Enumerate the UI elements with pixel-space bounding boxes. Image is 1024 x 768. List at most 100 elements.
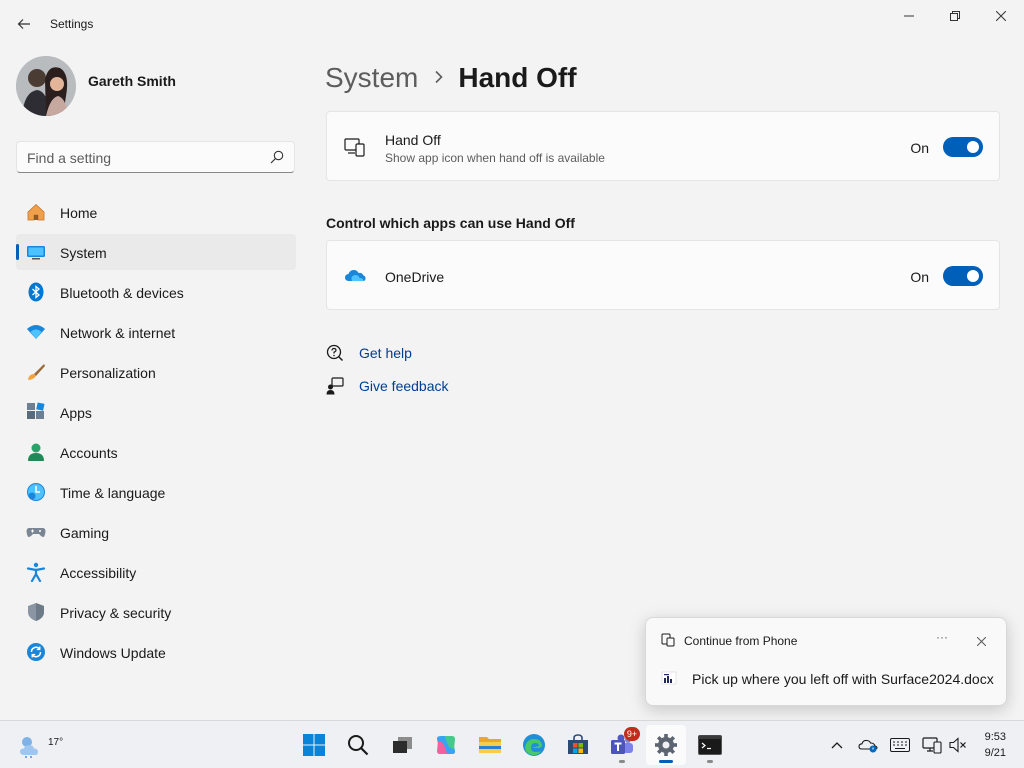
sidebar-item-privacy[interactable]: Privacy & security — [16, 594, 296, 630]
breadcrumb-parent[interactable]: System — [325, 62, 418, 94]
close-icon — [996, 11, 1006, 21]
search-icon — [270, 150, 284, 164]
weather-widget[interactable]: 17° — [16, 729, 63, 761]
sidebar-nav: Home System Bluetooth & devices Network … — [16, 194, 296, 674]
copilot-button[interactable] — [426, 725, 466, 765]
user-name: Gareth Smith — [88, 73, 176, 89]
sidebar-item-time-language[interactable]: Time & language — [16, 474, 296, 510]
update-icon — [27, 643, 45, 661]
tray-keyboard[interactable] — [890, 735, 910, 755]
help-icon — [326, 344, 343, 361]
teams-button[interactable]: 9+ — [602, 725, 642, 765]
gamepad-icon — [26, 528, 46, 537]
task-view-button[interactable] — [382, 725, 422, 765]
network-icon — [922, 737, 942, 754]
search-input[interactable]: Find a setting — [16, 141, 295, 173]
terminal-icon — [698, 735, 722, 755]
tray-network[interactable] — [922, 735, 942, 755]
sidebar-item-label: Time & language — [60, 485, 166, 501]
back-arrow-icon — [17, 19, 30, 29]
handoff-toggle-state: On — [910, 140, 929, 156]
sidebar-item-personalization[interactable]: Personalization — [16, 354, 296, 390]
feedback-icon — [326, 377, 344, 395]
teams-notification-badge: 9+ — [624, 727, 640, 741]
start-icon — [303, 734, 325, 756]
sidebar-item-label: System — [60, 245, 107, 261]
wifi-icon — [27, 325, 45, 339]
toast-close-button[interactable] — [970, 630, 992, 652]
document-thumbnail-icon — [661, 671, 677, 685]
clock-globe-icon — [27, 483, 45, 501]
edge-icon — [523, 734, 545, 756]
sidebar-item-network[interactable]: Network & internet — [16, 314, 296, 350]
sidebar-item-label: Accounts — [60, 445, 118, 461]
accounts-icon — [28, 443, 44, 461]
tray-onedrive[interactable] — [858, 735, 878, 755]
more-options-icon[interactable]: ··· — [931, 630, 953, 652]
sidebar-item-accessibility[interactable]: Accessibility — [16, 554, 296, 590]
sidebar-item-apps[interactable]: Apps — [16, 394, 296, 430]
minimize-icon — [904, 15, 914, 17]
handoff-subtitle: Show app icon when hand off is available — [385, 151, 605, 165]
sidebar-item-home[interactable]: Home — [16, 194, 296, 230]
brush-icon — [28, 364, 45, 380]
store-button[interactable] — [558, 725, 598, 765]
avatar — [16, 56, 76, 116]
back-button[interactable] — [8, 8, 40, 40]
user-profile[interactable]: Gareth Smith — [16, 56, 296, 120]
breadcrumb: System Hand Off — [325, 58, 577, 98]
apps-icon — [27, 402, 45, 419]
onedrive-icon — [345, 269, 366, 281]
sidebar-item-label: Privacy & security — [60, 605, 172, 621]
app-title: Settings — [50, 17, 94, 31]
taskbar: 17° 9+ 9:53 9/21 — [0, 720, 1024, 768]
taskbar-search-button[interactable] — [338, 725, 378, 765]
get-help-label: Get help — [359, 345, 412, 361]
handoff-title: Hand Off — [385, 132, 441, 148]
chevron-up-icon — [831, 742, 843, 749]
bluetooth-icon — [28, 282, 44, 302]
sidebar-item-label: Network & internet — [60, 325, 176, 341]
copilot-icon — [436, 736, 456, 754]
taskbar-clock[interactable]: 9:53 9/21 — [985, 729, 1006, 761]
close-window-button[interactable] — [978, 0, 1024, 32]
sidebar-item-windows-update[interactable]: Windows Update — [16, 634, 296, 670]
sidebar-item-accounts[interactable]: Accounts — [16, 434, 296, 470]
terminal-button[interactable] — [690, 725, 730, 765]
clock-time: 9:53 — [984, 731, 1006, 743]
file-explorer-icon — [479, 737, 501, 753]
file-explorer-button[interactable] — [470, 725, 510, 765]
show-hidden-icons-button[interactable] — [827, 735, 847, 755]
page-title: Hand Off — [458, 62, 577, 93]
edge-button[interactable] — [514, 725, 554, 765]
sidebar-item-system[interactable]: System — [16, 234, 296, 270]
notification-toast[interactable]: Continue from Phone ··· Pick up where yo… — [645, 617, 1007, 706]
handoff-setting-card: Hand Off Show app icon when hand off is … — [326, 111, 1000, 181]
start-button[interactable] — [294, 725, 334, 765]
running-indicator — [619, 760, 625, 763]
title-bar: Settings — [0, 0, 1024, 48]
weather-icon — [20, 737, 38, 758]
search-icon — [348, 735, 369, 756]
toast-message: Pick up where you left off with Surface2… — [692, 671, 994, 687]
sidebar-item-gaming[interactable]: Gaming — [16, 514, 296, 550]
settings-button[interactable] — [646, 725, 686, 765]
store-icon — [568, 734, 588, 754]
tray-volume[interactable] — [948, 735, 968, 755]
sidebar-item-label: Apps — [60, 405, 92, 421]
close-icon — [976, 636, 986, 646]
onedrive-setting-card: OneDrive On — [326, 240, 1000, 310]
onedrive-toggle[interactable] — [943, 266, 983, 286]
home-icon — [27, 203, 45, 221]
sidebar-item-bluetooth[interactable]: Bluetooth & devices — [16, 274, 296, 310]
weather-temperature: 17° — [48, 737, 64, 748]
minimize-button[interactable] — [886, 0, 932, 32]
shield-icon — [28, 603, 44, 621]
handoff-toggle[interactable] — [943, 137, 983, 157]
apps-section-heading: Control which apps can use Hand Off — [326, 215, 575, 231]
restore-button[interactable] — [932, 0, 978, 32]
sidebar-item-label: Gaming — [60, 525, 110, 541]
onedrive-label: OneDrive — [385, 269, 445, 285]
settings-icon — [655, 734, 677, 756]
toast-title: Continue from Phone — [684, 634, 798, 648]
